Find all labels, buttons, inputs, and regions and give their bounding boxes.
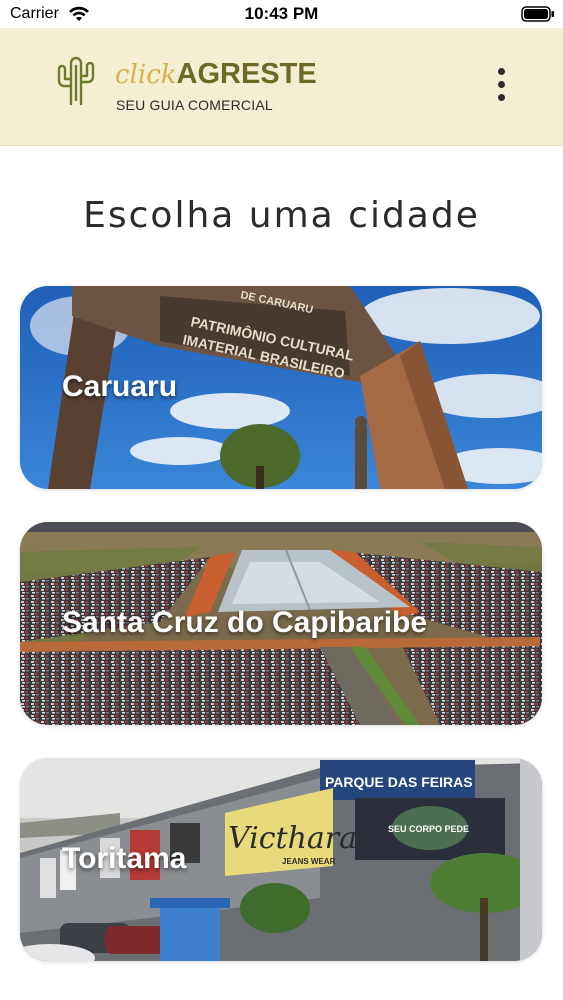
- city-card-caruaru[interactable]: PATRIMÔNIO CULTURAL IMATERIAL BRASILEIRO…: [20, 286, 542, 489]
- more-options-button[interactable]: [488, 64, 516, 104]
- status-time: 10:43 PM: [244, 4, 319, 23]
- brand-logo: clickAGRESTE: [115, 58, 317, 91]
- brand-agreste: AGRESTE: [176, 58, 317, 90]
- parque-sign-text: PARQUE DAS FEIRAS: [325, 774, 473, 790]
- battery-icon: [521, 6, 554, 22]
- city-card-toritama[interactable]: PARQUE DAS FEIRAS Victhara JEANS WEAR SE…: [20, 758, 542, 961]
- status-bar: Carrier 10:43 PM: [0, 0, 563, 28]
- more-vertical-icon: [498, 68, 505, 75]
- city-name: Toritama: [62, 842, 187, 875]
- app-header: clickAGRESTE SEU GUIA COMERCIAL: [0, 28, 563, 146]
- page-title: Escolha uma cidade: [83, 195, 480, 236]
- city-name: Caruaru: [62, 370, 178, 403]
- victhara-sign-text: JEANS WEAR: [282, 857, 336, 866]
- store-sign-text: SEU CORPO PEDE: [388, 824, 469, 834]
- city-card-santa-cruz-do-capibaribe[interactable]: Santa Cruz do Capibaribe: [20, 522, 542, 725]
- brand-tagline: SEU GUIA COMERCIAL: [116, 97, 273, 113]
- brand-click: click: [115, 60, 177, 90]
- cactus-icon: [57, 56, 95, 106]
- victhara-sign-text: Victhara: [228, 821, 357, 856]
- city-name: Santa Cruz do Capibaribe: [62, 606, 428, 639]
